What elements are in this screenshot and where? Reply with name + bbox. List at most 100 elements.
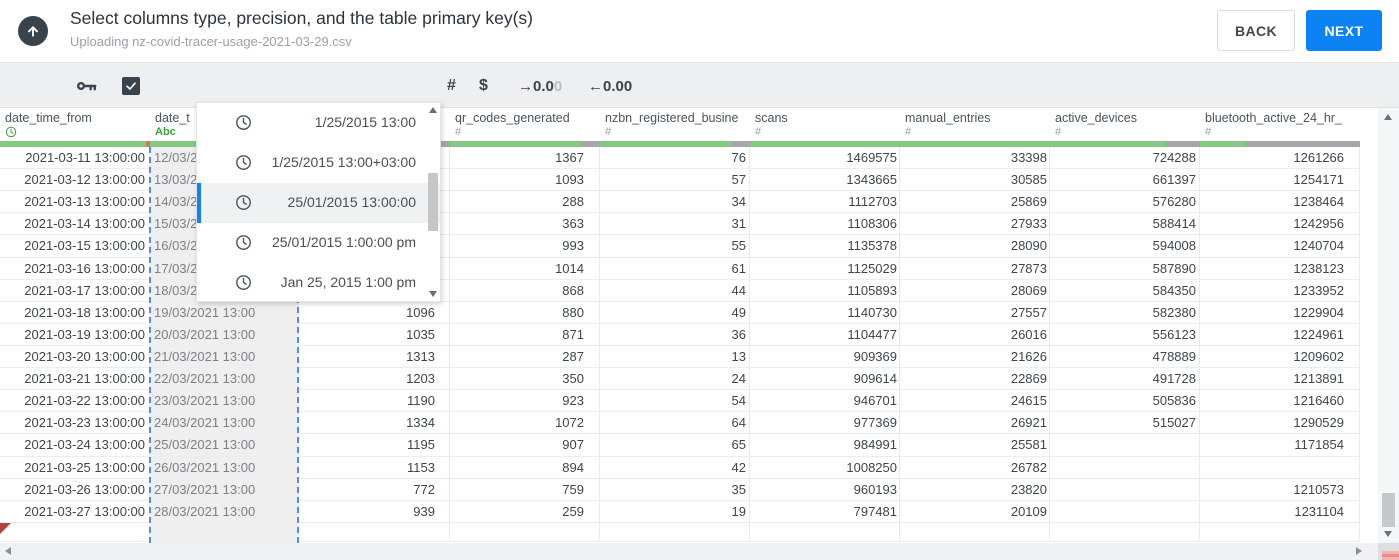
cell: 1242956 [1200,213,1360,235]
column-header-active_devices[interactable]: active_devices # [1050,108,1200,147]
cell: 49 [600,301,750,323]
column-header-bluetooth_active_24_hr_[interactable]: bluetooth_active_24_hr_ # [1200,108,1360,147]
cell [0,523,150,542]
cell: 2021-03-25 13:00:00 [24,459,145,475]
cell: 19/03/2021 13:00 [154,304,256,320]
cell: 22869 [900,368,1050,390]
cell: 724288 [1050,147,1200,169]
cell: 2021-03-16 13:00:00 [24,260,145,276]
column-header-scans[interactable]: scans # [750,108,900,147]
vertical-scrollbar[interactable] [1378,108,1399,543]
cell: 1190 [300,390,450,412]
clock-icon [235,194,252,216]
date-format-option[interactable]: 25/01/2015 1:00:00 pm [197,223,440,263]
cell: 2021-03-24 13:00:00 [24,437,145,453]
cell [1200,522,1360,542]
column-header-manual_entries[interactable]: manual_entries # [900,108,1050,147]
cell: 515027 [1050,412,1200,434]
cell: 1014 [450,257,600,279]
cell: 1153 [300,456,450,478]
cell: 946701 [750,390,900,412]
cell: 1231104 [1200,500,1360,522]
option-label: 25/01/2015 1:00:00 pm [271,234,416,250]
cell: 759 [450,478,600,500]
cell: 1254171 [1200,169,1360,191]
scroll-right-arrow[interactable] [1356,547,1362,555]
cell: 35 [600,478,750,500]
cell: 42 [600,456,750,478]
cell: 2021-03-20 13:00:00 [24,348,145,364]
date-format-option[interactable]: 1/25/2015 13:00 [197,103,440,143]
cell: 1238123 [1200,257,1360,279]
cell: 1313 [300,345,450,368]
currency-type-button[interactable]: $ [479,63,488,109]
cell: 984991 [750,434,900,456]
cell: 584350 [1050,279,1200,301]
cell: 2021-03-15 13:00:00 [24,238,145,254]
cell [900,522,1050,542]
cell: 2021-03-23 13:00:00 [24,415,145,431]
next-button[interactable]: NEXT [1306,10,1382,51]
cell: 1233952 [1200,279,1360,301]
cell: 65 [600,434,750,456]
vertical-scroll-thumb[interactable] [1382,493,1395,527]
decrease-decimal-button[interactable]: ←0.00 [588,63,632,109]
dropdown-scroll-up-arrow[interactable] [429,107,437,113]
cell: 20109 [900,500,1050,522]
cell: 23/03/2021 13:00 [154,393,256,409]
cell: 909614 [750,368,900,390]
cell: 259 [450,500,600,522]
cell: 576280 [1050,191,1200,213]
column-name: date_t [155,111,190,125]
cell [1050,478,1200,500]
column-type-number-label: # [1205,126,1212,138]
cell: 2021-03-21 13:00:00 [24,371,145,387]
cell: 1238464 [1200,191,1360,213]
cell: 1096 [300,301,450,323]
dropdown-scrollbar[interactable] [426,103,440,301]
back-button[interactable]: BACK [1217,10,1295,51]
column-header-qr_codes_generated[interactable]: qr_codes_generated # [450,108,600,147]
date-format-option[interactable]: 1/25/2015 13:00+03:00 [197,143,440,183]
cell: 24615 [900,390,1050,412]
scroll-left-arrow[interactable] [5,547,11,555]
cell: 2021-03-18 13:00:00 [24,304,145,320]
cell: 2021-03-13 13:00:00 [24,194,145,210]
cell: 27/03/2021 13:00 [154,481,256,497]
column-type-number-label: # [905,126,912,138]
date-format-option[interactable]: Jan 25, 2015 1:00 pm [197,263,440,303]
primary-key-icon[interactable] [76,63,98,109]
date-format-option[interactable]: 25/01/2015 13:00:00 [197,183,440,223]
cell: 28090 [900,235,1050,257]
cell: 2021-03-22 13:00:00 [24,393,145,409]
option-label: 1/25/2015 13:00+03:00 [271,154,416,170]
option-label: 1/25/2015 13:00 [314,114,416,130]
cell: 28/03/2021 13:00 [154,503,256,519]
cell: 26016 [900,323,1050,345]
increase-decimal-button[interactable]: →0.0 0 [518,63,562,109]
cell: 1343665 [750,169,900,191]
cell: 582380 [1050,301,1200,323]
date-format-dropdown: 1/25/2015 13:00 1/25/2015 13:00+03:00 25/0… [196,102,441,302]
column-header-nzbn_registered_busine[interactable]: nzbn_registered_busine # [600,108,750,147]
cell: 64 [600,412,750,434]
cell: 287 [450,345,600,368]
horizontal-scrollbar[interactable] [0,543,1378,560]
cell: 588414 [1050,213,1200,235]
cell [1050,456,1200,478]
cell: 24/03/2021 13:00 [154,415,256,431]
column-checkbox[interactable] [122,77,140,95]
scroll-up-arrow[interactable] [1384,114,1392,120]
cell [300,522,450,542]
cell [150,523,300,542]
number-type-button[interactable]: # [447,63,456,109]
cell [600,522,750,542]
cell: 1112703 [750,191,900,213]
cell: 1108306 [750,213,900,235]
dropdown-scroll-thumb[interactable] [428,173,438,231]
column-header-date_time_from[interactable]: date_time_from [0,108,150,147]
cell: 28069 [900,279,1050,301]
option-label: 25/01/2015 13:00:00 [287,194,416,210]
dropdown-scroll-down-arrow[interactable] [429,291,437,297]
scroll-down-arrow[interactable] [1384,531,1392,537]
